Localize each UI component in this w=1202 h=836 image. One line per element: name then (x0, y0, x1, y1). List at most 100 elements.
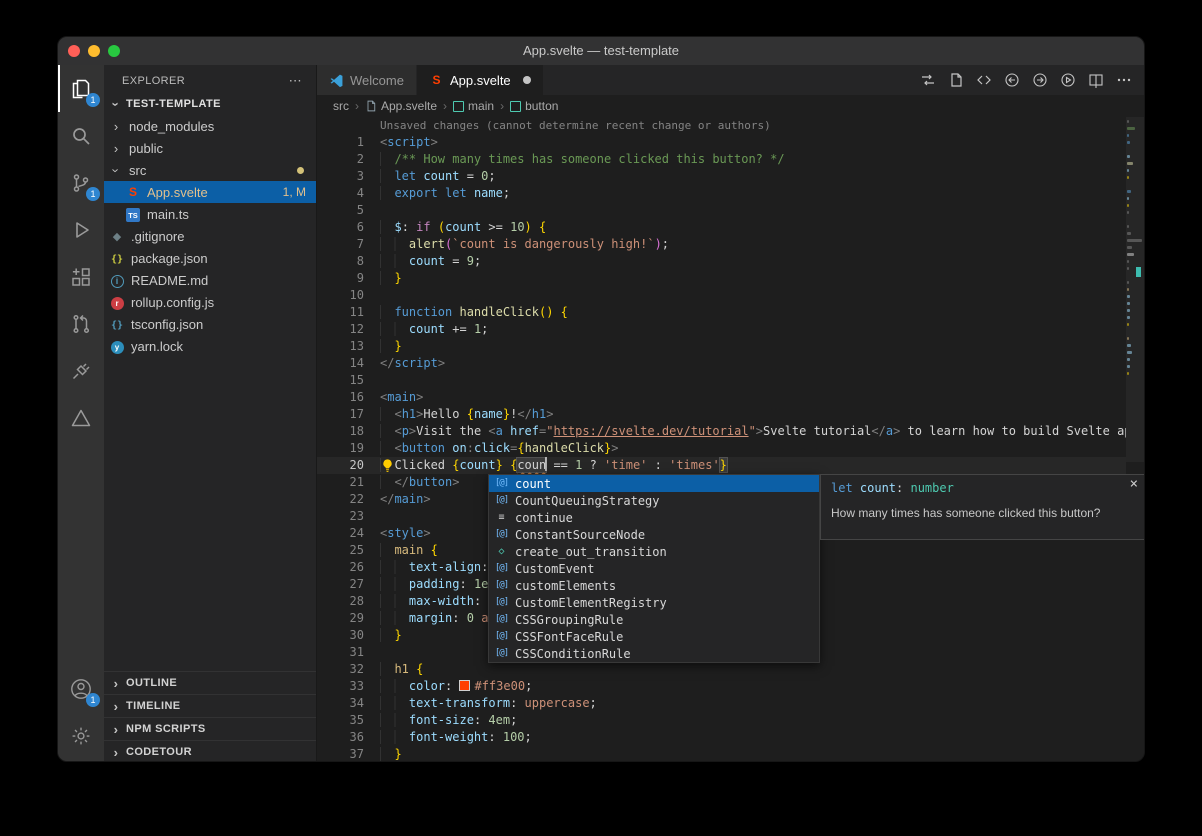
zoom-button[interactable] (108, 45, 120, 57)
code-line[interactable]: 4 export let name; (317, 185, 1126, 202)
tree-item[interactable]: iREADME.md (104, 269, 316, 291)
settings-gear-icon[interactable] (58, 712, 104, 759)
line-number[interactable]: 25 (317, 542, 380, 559)
suggest-item[interactable]: [@]CustomEvent (489, 560, 819, 577)
project-header[interactable]: › TEST-TEMPLATE (104, 93, 316, 115)
line-number[interactable]: 6 (317, 219, 380, 236)
line-number[interactable]: 16 (317, 389, 380, 406)
suggest-item[interactable]: ≡continue (489, 509, 819, 526)
line-number[interactable]: 9 (317, 270, 380, 287)
line-number[interactable]: 20 (317, 457, 380, 474)
code-line[interactable]: 3 let count = 0; (317, 168, 1126, 185)
line-number[interactable]: 29 (317, 610, 380, 627)
suggest-item[interactable]: ◇create_out_transition (489, 543, 819, 560)
tree-item[interactable]: rrollup.config.js (104, 291, 316, 313)
triangle-extension-icon[interactable] (58, 394, 104, 441)
files-icon[interactable]: 1 (58, 65, 104, 112)
tree-item[interactable]: TSmain.ts (104, 203, 316, 225)
line-number[interactable]: 7 (317, 236, 380, 253)
code-line[interactable]: 5 (317, 202, 1126, 219)
more-actions-icon[interactable] (1112, 68, 1136, 92)
dirty-indicator[interactable] (523, 76, 531, 84)
run-icon[interactable] (1056, 68, 1080, 92)
line-number[interactable]: 21 (317, 474, 380, 491)
breadcrumb-item[interactable]: button (510, 99, 558, 113)
open-changes-icon[interactable] (916, 68, 940, 92)
line-number[interactable]: 26 (317, 559, 380, 576)
minimap-slider[interactable] (1126, 117, 1144, 462)
code-line[interactable]: 9 } (317, 270, 1126, 287)
suggest-item[interactable]: [@]CSSFontFaceRule (489, 628, 819, 645)
prev-change-icon[interactable] (1000, 68, 1024, 92)
extensions-icon[interactable] (58, 253, 104, 300)
code-line[interactable]: 17 <h1>Hello {name}!</h1> (317, 406, 1126, 423)
suggest-item[interactable]: [@]customElements (489, 577, 819, 594)
line-number[interactable]: 35 (317, 712, 380, 729)
code-line[interactable]: 6 $: if (count >= 10) { (317, 219, 1126, 236)
code-line[interactable]: 18 <p>Visit the <a href="https://svelte.… (317, 423, 1126, 440)
tree-item[interactable]: ›node_modules (104, 115, 316, 137)
code-line[interactable]: 36 font-weight: 100; (317, 729, 1126, 746)
line-number[interactable]: 28 (317, 593, 380, 610)
line-number[interactable]: 15 (317, 372, 380, 389)
code-line[interactable]: 34 text-transform: uppercase; (317, 695, 1126, 712)
minimize-button[interactable] (88, 45, 100, 57)
line-number[interactable]: 17 (317, 406, 380, 423)
code-line[interactable]: 2 /** How many times has someone clicked… (317, 151, 1126, 168)
code-line[interactable]: 16<main> (317, 389, 1126, 406)
suggest-item[interactable]: [@]CSSGroupingRule (489, 611, 819, 628)
remote-plug-icon[interactable] (58, 347, 104, 394)
open-file-icon[interactable] (944, 68, 968, 92)
code-line[interactable]: 1<script> (317, 134, 1126, 151)
line-number[interactable]: 32 (317, 661, 380, 678)
run-debug-icon[interactable] (58, 206, 104, 253)
code-line[interactable]: 33 color: #ff3e00; (317, 678, 1126, 695)
line-number[interactable]: 12 (317, 321, 380, 338)
breadcrumb-item[interactable]: src (333, 99, 349, 113)
section-npm-scripts[interactable]: ›NPM SCRIPTS (104, 717, 316, 740)
line-number[interactable]: 24 (317, 525, 380, 542)
split-editor-icon[interactable] (1084, 68, 1108, 92)
line-number[interactable]: 11 (317, 304, 380, 321)
next-change-icon[interactable] (1028, 68, 1052, 92)
color-swatch[interactable] (459, 680, 470, 691)
code-line[interactable]: 7 alert(`count is dangerously high!`); (317, 236, 1126, 253)
code-line[interactable]: 37 } (317, 746, 1126, 762)
code-line[interactable]: 14</script> (317, 355, 1126, 372)
code-line[interactable]: 19 <button on:click={handleClick}> (317, 440, 1126, 457)
tree-item[interactable]: ›public (104, 137, 316, 159)
breadcrumb-item[interactable]: App.svelte (365, 99, 437, 113)
line-number[interactable]: 4 (317, 185, 380, 202)
accounts-icon[interactable]: 1 (58, 665, 104, 712)
code-editor[interactable]: Unsaved changes (cannot determine recent… (317, 117, 1144, 762)
close-button[interactable] (68, 45, 80, 57)
line-number[interactable]: 14 (317, 355, 380, 372)
more-actions-icon[interactable]: ⋯ (289, 73, 302, 89)
suggest-item[interactable]: [@]count (489, 475, 819, 492)
line-number[interactable]: 37 (317, 746, 380, 762)
tree-item[interactable]: {}package.json (104, 247, 316, 269)
source-control-icon[interactable]: 1 (58, 159, 104, 206)
suggest-item[interactable]: [@]CustomElementRegistry (489, 594, 819, 611)
code-line[interactable]: 10 (317, 287, 1126, 304)
code-line[interactable]: 32 h1 { (317, 661, 1126, 678)
section-timeline[interactable]: ›TIMELINE (104, 694, 316, 717)
tab-welcome[interactable]: Welcome (317, 65, 417, 95)
tree-item[interactable]: ◆.gitignore (104, 225, 316, 247)
line-number[interactable]: 5 (317, 202, 380, 219)
line-number[interactable]: 23 (317, 508, 380, 525)
tab-app-svelte[interactable]: SApp.svelte (417, 65, 544, 95)
line-number[interactable]: 2 (317, 151, 380, 168)
line-number[interactable]: 18 (317, 423, 380, 440)
code-icon[interactable] (972, 68, 996, 92)
line-number[interactable]: 19 (317, 440, 380, 457)
line-number[interactable]: 33 (317, 678, 380, 695)
code-line[interactable]: 8 count = 9; (317, 253, 1126, 270)
breadcrumb-item[interactable]: main (453, 99, 494, 113)
close-icon[interactable]: × (1130, 476, 1138, 492)
suggest-item[interactable]: [@]ConstantSourceNode (489, 526, 819, 543)
tree-item[interactable]: SApp.svelte1, M (104, 181, 316, 203)
line-number[interactable]: 10 (317, 287, 380, 304)
code-line[interactable]: 13 } (317, 338, 1126, 355)
line-number[interactable]: 36 (317, 729, 380, 746)
